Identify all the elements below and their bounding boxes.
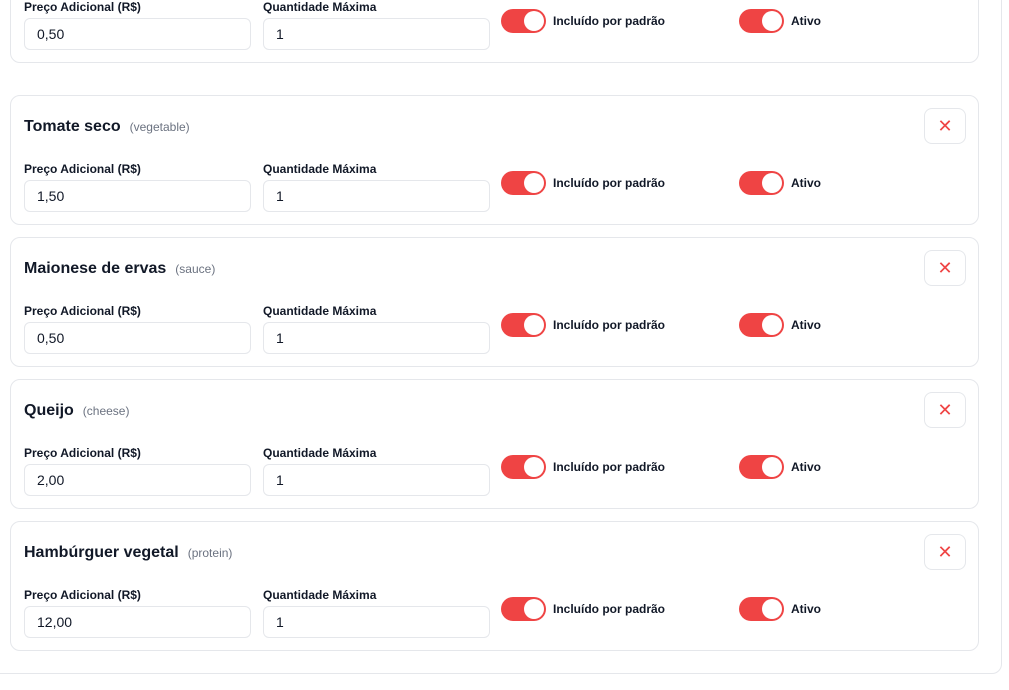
price-input[interactable] — [24, 464, 251, 496]
ingredient-card: Queijo (cheese) ✕ Preço Adicional (R$) Q… — [10, 379, 979, 509]
ingredient-card: ✕ Preço Adicional (R$) Quantidade Máxima… — [10, 0, 979, 63]
close-icon: ✕ — [937, 116, 953, 136]
active-label: Ativo — [791, 460, 821, 474]
max-quantity-input[interactable] — [263, 18, 490, 50]
ingredient-type: (sauce) — [175, 262, 216, 276]
remove-ingredient-button[interactable]: ✕ — [924, 108, 966, 144]
default-included-toggle[interactable] — [501, 455, 546, 479]
ingredient-type: (cheese) — [82, 404, 130, 418]
toggle-knob — [524, 315, 544, 335]
max-quantity-input[interactable] — [263, 180, 490, 212]
price-label: Preço Adicional (R$) — [24, 0, 141, 14]
max-quantity-label: Quantidade Máxima — [263, 588, 377, 602]
active-toggle[interactable] — [739, 597, 784, 621]
price-input[interactable] — [24, 322, 251, 354]
active-label: Ativo — [791, 602, 821, 616]
price-label: Preço Adicional (R$) — [24, 588, 141, 602]
ingredient-type: (protein) — [187, 546, 233, 560]
default-included-label: Incluído por padrão — [553, 176, 666, 190]
ingredient-card: Hambúrguer vegetal (protein) ✕ Preço Adi… — [10, 521, 979, 651]
max-quantity-label: Quantidade Máxima — [263, 304, 377, 318]
max-quantity-input[interactable] — [263, 606, 490, 638]
toggle-knob — [762, 315, 782, 335]
toggle-knob — [524, 457, 544, 477]
price-input[interactable] — [24, 18, 251, 50]
ingredient-header: Hambúrguer vegetal (protein) — [24, 544, 232, 562]
toggle-knob — [524, 11, 544, 31]
price-label: Preço Adicional (R$) — [24, 304, 141, 318]
active-toggle[interactable] — [739, 313, 784, 337]
remove-ingredient-button[interactable]: ✕ — [924, 392, 966, 428]
toggle-knob — [762, 11, 782, 31]
toggle-knob — [524, 599, 544, 619]
remove-ingredient-button[interactable]: ✕ — [924, 534, 966, 570]
active-label: Ativo — [791, 176, 821, 190]
default-included-label: Incluído por padrão — [553, 318, 666, 332]
price-input[interactable] — [24, 180, 251, 212]
ingredient-name: Hambúrguer vegetal — [24, 544, 179, 561]
price-label: Preço Adicional (R$) — [24, 446, 141, 460]
default-included-label: Incluído por padrão — [553, 602, 666, 616]
default-included-label: Incluído por padrão — [553, 460, 666, 474]
default-included-label: Incluído por padrão — [553, 14, 666, 28]
ingredient-header: Maionese de ervas (sauce) — [24, 260, 215, 278]
ingredient-card: Tomate seco (vegetable) ✕ Preço Adiciona… — [10, 95, 979, 225]
ingredient-name: Tomate seco — [24, 118, 121, 135]
max-quantity-input[interactable] — [263, 464, 490, 496]
close-icon: ✕ — [937, 258, 953, 278]
ingredient-name: Queijo — [24, 402, 74, 419]
default-included-toggle[interactable] — [501, 171, 546, 195]
default-included-toggle[interactable] — [501, 9, 546, 33]
active-toggle[interactable] — [739, 9, 784, 33]
toggle-knob — [762, 173, 782, 193]
max-quantity-label: Quantidade Máxima — [263, 0, 377, 14]
remove-ingredient-button[interactable]: ✕ — [924, 250, 966, 286]
active-label: Ativo — [791, 318, 821, 332]
close-icon: ✕ — [937, 400, 953, 420]
ingredient-header: Queijo (cheese) — [24, 402, 129, 420]
toggle-knob — [762, 457, 782, 477]
default-included-toggle[interactable] — [501, 597, 546, 621]
close-icon: ✕ — [937, 542, 953, 562]
price-label: Preço Adicional (R$) — [24, 162, 141, 176]
ingredients-panel: ✕ Preço Adicional (R$) Quantidade Máxima… — [0, 0, 1002, 674]
toggle-knob — [762, 599, 782, 619]
active-toggle[interactable] — [739, 455, 784, 479]
max-quantity-label: Quantidade Máxima — [263, 162, 377, 176]
ingredient-type: (vegetable) — [129, 120, 190, 134]
ingredient-card: Maionese de ervas (sauce) ✕ Preço Adicio… — [10, 237, 979, 367]
active-toggle[interactable] — [739, 171, 784, 195]
ingredient-name: Maionese de ervas — [24, 260, 167, 277]
active-label: Ativo — [791, 14, 821, 28]
price-input[interactable] — [24, 606, 251, 638]
ingredient-header: Tomate seco (vegetable) — [24, 118, 190, 136]
toggle-knob — [524, 173, 544, 193]
default-included-toggle[interactable] — [501, 313, 546, 337]
max-quantity-input[interactable] — [263, 322, 490, 354]
max-quantity-label: Quantidade Máxima — [263, 446, 377, 460]
